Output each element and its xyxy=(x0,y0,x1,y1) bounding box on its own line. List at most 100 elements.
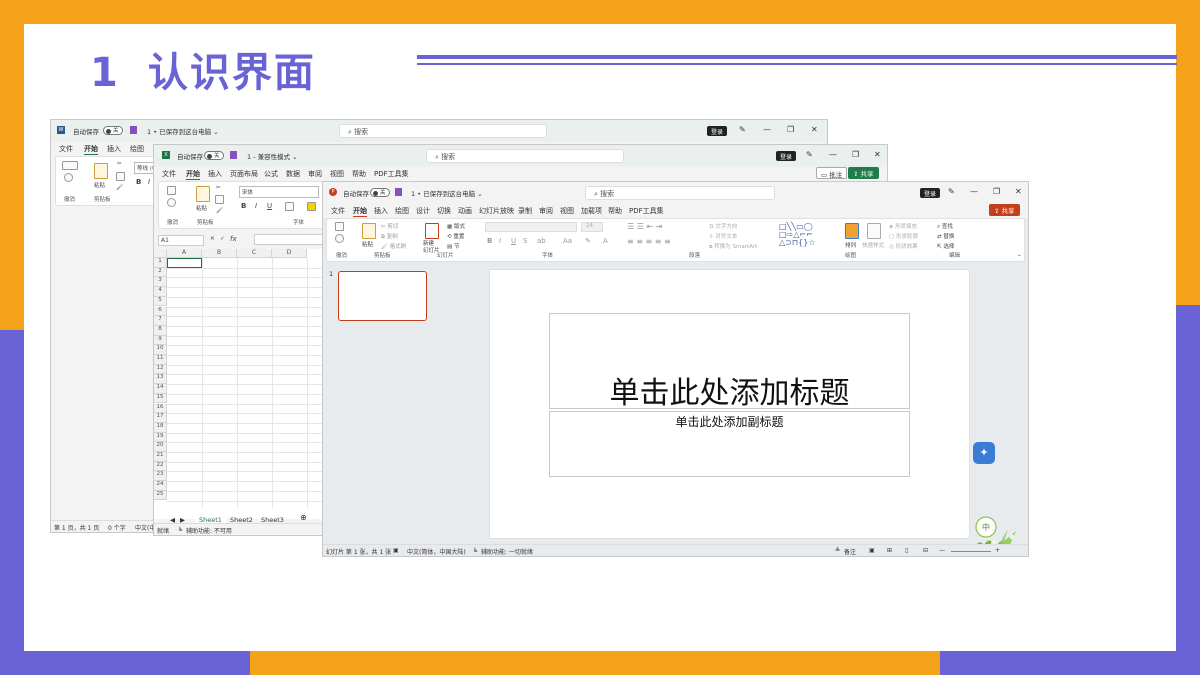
row-header[interactable]: 21 xyxy=(154,452,167,462)
italic-icon[interactable]: I xyxy=(148,178,150,186)
ppt-quick-styles-label[interactable]: 快速样式 xyxy=(862,241,884,249)
restore-icon[interactable]: ❐ xyxy=(993,187,1000,196)
italic-icon[interactable]: I xyxy=(499,237,501,245)
ppt-section-button[interactable]: ▤ 节 xyxy=(447,242,459,250)
row-header[interactable]: 25 xyxy=(154,490,167,501)
row-header[interactable]: 5 xyxy=(154,296,167,307)
slide-sorter-icon[interactable]: ⊞ xyxy=(887,547,892,554)
excel-name-box[interactable]: A1 xyxy=(158,235,204,246)
row-header[interactable]: 20 xyxy=(154,442,167,452)
format-painter-icon[interactable]: 🖌 xyxy=(116,185,123,191)
ppt-cut-button[interactable]: ✂ 剪切 xyxy=(381,222,398,230)
column-header[interactable]: C xyxy=(237,249,272,258)
copy-icon[interactable] xyxy=(215,195,224,204)
row-header[interactable]: 4 xyxy=(154,287,167,297)
border-icon[interactable] xyxy=(285,202,294,211)
title-placeholder[interactable]: 单击此处添加标题 xyxy=(549,313,910,411)
ppt-doc-title[interactable]: 1 • 已保存到这台电脑 ⌄ xyxy=(411,188,483,198)
ppt-arrange-label[interactable]: 排列 xyxy=(845,241,856,249)
ppt-reset-button[interactable]: ⟲ 重置 xyxy=(447,232,464,240)
ppt-font-name[interactable] xyxy=(485,222,577,232)
select-all-corner[interactable] xyxy=(154,249,167,258)
excel-font-name[interactable]: 宋体 xyxy=(239,186,319,198)
word-login-button[interactable]: 登录 xyxy=(707,126,728,136)
excel-menu-home[interactable]: 开始 xyxy=(186,169,200,180)
column-header[interactable]: A xyxy=(167,249,202,258)
paste-icon[interactable] xyxy=(94,163,108,179)
ppt-share-button[interactable]: ⇪ 共享 xyxy=(989,204,1020,216)
collapse-ribbon-icon[interactable]: ⌄ xyxy=(1017,252,1022,258)
save-icon[interactable] xyxy=(230,151,237,159)
row-header[interactable]: 12 xyxy=(154,364,167,375)
ppt-menu-pdf[interactable]: PDF工具集 xyxy=(629,206,664,216)
ppt-align-text[interactable]: ⇳ 对齐文本 xyxy=(709,232,737,240)
row-header[interactable]: 13 xyxy=(154,374,167,385)
font-color-icon[interactable]: A xyxy=(603,237,608,245)
word-menu-draw[interactable]: 绘图 xyxy=(130,144,144,154)
restore-icon[interactable]: ❐ xyxy=(787,125,794,134)
pen-icon[interactable]: ✎ xyxy=(739,125,746,134)
ppt-menu-help[interactable]: 帮助 xyxy=(608,206,622,216)
ppt-format-painter-button[interactable]: 🖌 格式刷 xyxy=(381,242,406,250)
new-slide-icon[interactable] xyxy=(425,223,439,239)
pen-icon[interactable]: ✎ xyxy=(948,187,955,196)
bullets-icon[interactable]: ☰ ☰ ⇤ ⇥ xyxy=(627,222,662,231)
excel-fx-label[interactable]: fx xyxy=(230,235,237,243)
ppt-shape-effects[interactable]: ◎ 形状效果 xyxy=(889,242,918,250)
zoom-in-icon[interactable]: + xyxy=(995,547,1000,554)
char-spacing-icon[interactable]: ab xyxy=(537,237,546,245)
bold-icon[interactable]: B xyxy=(487,237,492,245)
word-search-input[interactable]: ⌕ 搜索 xyxy=(339,124,547,138)
add-sheet-icon[interactable]: ⊕ xyxy=(296,512,311,523)
excel-menu-file[interactable]: 文件 xyxy=(162,169,176,179)
ppt-slide-canvas[interactable]: 单击此处添加标题 单击此处添加副标题 xyxy=(489,269,970,539)
save-icon[interactable] xyxy=(130,126,137,134)
paste-icon[interactable] xyxy=(196,186,210,202)
row-header[interactable]: 3 xyxy=(154,277,167,288)
excel-doc-title[interactable]: 1 - 兼容性模式 ⌄ xyxy=(247,151,298,161)
row-header[interactable]: 19 xyxy=(154,432,167,443)
ppt-shape-fill[interactable]: ◈ 形状填充 xyxy=(889,222,917,230)
minimize-icon[interactable]: — xyxy=(970,187,978,196)
strikethrough-icon[interactable]: S xyxy=(523,237,527,245)
zoom-slider[interactable] xyxy=(951,551,991,552)
redo-icon[interactable] xyxy=(167,198,176,207)
row-header[interactable]: 23 xyxy=(154,471,167,482)
ppt-find[interactable]: ⌕ 查找 xyxy=(937,222,953,231)
cut-icon[interactable]: ✂ xyxy=(216,185,221,191)
ppt-smartart[interactable]: ⧈ 转换为 SmartArt xyxy=(709,242,757,251)
word-menu-insert[interactable]: 插入 xyxy=(107,144,121,154)
zoom-out-icon[interactable]: — xyxy=(939,547,945,554)
excel-search-input[interactable]: ⌕ 搜索 xyxy=(426,149,624,163)
format-painter-icon[interactable]: 🖌 xyxy=(216,208,223,214)
pen-icon[interactable]: ✎ xyxy=(806,150,813,159)
excel-menu-insert[interactable]: 插入 xyxy=(208,169,222,179)
highlight-icon[interactable]: ✎ xyxy=(585,237,591,245)
ppt-menu-animations[interactable]: 动画 xyxy=(458,206,472,216)
redo-icon[interactable] xyxy=(335,234,344,243)
row-header[interactable]: 15 xyxy=(154,393,167,404)
ppt-font-size[interactable]: 24 xyxy=(581,222,603,232)
ppt-login-button[interactable]: 登录 xyxy=(920,188,941,198)
save-icon[interactable] xyxy=(395,188,402,196)
excel-menu-data[interactable]: 数据 xyxy=(286,169,300,179)
ppt-menu-file[interactable]: 文件 xyxy=(331,206,345,216)
excel-comment-button[interactable]: ▭ 批注 xyxy=(816,167,848,179)
excel-menu-review[interactable]: 审阅 xyxy=(308,169,322,179)
ppt-replace[interactable]: ⇄ 替换 xyxy=(937,232,954,240)
row-header[interactable]: 1 xyxy=(154,258,167,268)
row-header[interactable]: 9 xyxy=(154,335,167,346)
excel-menu-pdf[interactable]: PDF工具集 xyxy=(374,169,409,179)
excel-menu-page-layout[interactable]: 页面布局 xyxy=(230,169,258,179)
spellcheck-icon[interactable]: ▣ xyxy=(393,547,399,554)
ppt-shape-outline[interactable]: ▢ 形状轮廓 xyxy=(889,232,918,240)
minimize-icon[interactable]: — xyxy=(829,150,837,159)
quick-styles-icon[interactable] xyxy=(867,223,881,239)
notes-icon[interactable]: ≜ xyxy=(835,547,840,554)
cut-icon[interactable]: ✂ xyxy=(117,161,122,167)
word-menu-file[interactable]: 文件 xyxy=(59,144,73,154)
ppt-menu-slideshow[interactable]: 幻灯片放映 xyxy=(479,206,514,216)
slideshow-view-icon[interactable]: ⊟ xyxy=(923,547,928,554)
excel-login-button[interactable]: 登录 xyxy=(776,151,797,161)
column-header[interactable]: B xyxy=(202,249,237,258)
